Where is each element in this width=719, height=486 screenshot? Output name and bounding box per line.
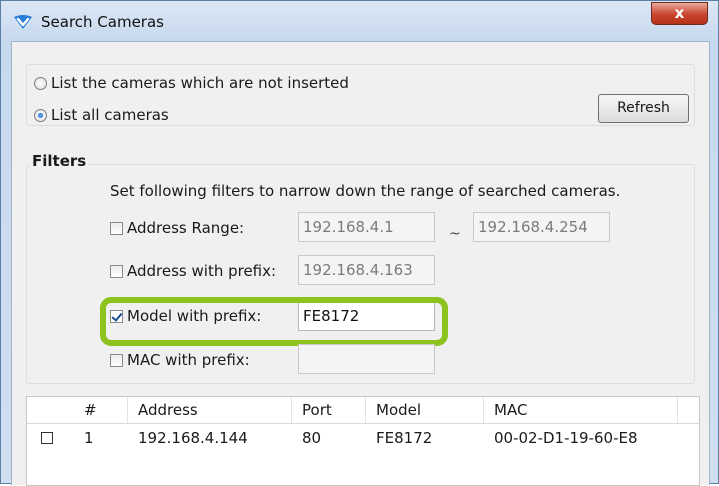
- close-button[interactable]: x: [651, 2, 708, 25]
- radio-all-cameras-button[interactable]: [34, 108, 47, 122]
- address-prefix-field[interactable]: 192.168.4.163: [298, 255, 435, 285]
- mac-prefix-checkbox[interactable]: [110, 353, 123, 367]
- filters-hint: Set following filters to narrow down the…: [110, 182, 621, 200]
- cell-mac: 00-02-D1-19-60-E8: [494, 429, 638, 447]
- column-header-mac[interactable]: MAC: [494, 401, 527, 419]
- refresh-button[interactable]: Refresh: [598, 94, 689, 123]
- column-divider[interactable]: [291, 397, 292, 423]
- column-header-number[interactable]: #: [84, 401, 97, 419]
- radio-all-cameras-label: List all cameras: [51, 106, 169, 124]
- search-cameras-window: Search Cameras x List the cameras which …: [0, 0, 719, 486]
- address-range-separator: ~: [449, 226, 461, 242]
- address-prefix-filter[interactable]: Address with prefix:: [110, 262, 276, 280]
- model-prefix-highlight: [100, 297, 448, 346]
- app-logo-icon: [14, 15, 32, 29]
- filters-heading: Filters: [30, 152, 90, 170]
- column-header-model[interactable]: Model: [376, 401, 421, 419]
- address-range-checkbox[interactable]: [110, 221, 123, 235]
- radio-not-inserted-label: List the cameras which are not inserted: [51, 74, 349, 92]
- cell-number: 1: [84, 429, 94, 447]
- address-range-to-field[interactable]: 192.168.4.254: [473, 212, 610, 242]
- address-range-filter[interactable]: Address Range:: [110, 219, 244, 237]
- close-icon: x: [674, 4, 685, 22]
- address-prefix-checkbox[interactable]: [110, 264, 123, 278]
- dialog-client-area: List the cameras which are not inserted …: [11, 41, 710, 486]
- cell-model: FE8172: [376, 429, 433, 447]
- address-range-label: Address Range:: [127, 219, 245, 237]
- window-title: Search Cameras: [41, 13, 164, 31]
- camera-list-header: # Address Port Model MAC: [27, 397, 699, 424]
- camera-list[interactable]: # Address Port Model MAC 1 192.168.4.144…: [26, 396, 700, 486]
- mac-prefix-filter[interactable]: MAC with prefix:: [110, 351, 250, 369]
- row-select-checkbox[interactable]: [41, 432, 53, 444]
- table-row[interactable]: 1 192.168.4.144 80 FE8172 00-02-D1-19-60…: [27, 427, 699, 449]
- address-range-from-field[interactable]: 192.168.4.1: [298, 212, 435, 242]
- address-prefix-label: Address with prefix:: [127, 262, 277, 280]
- column-divider[interactable]: [483, 397, 484, 423]
- cell-port: 80: [302, 429, 322, 447]
- column-header-port[interactable]: Port: [302, 401, 332, 419]
- mac-prefix-label: MAC with prefix:: [127, 351, 250, 369]
- mac-prefix-field[interactable]: [298, 344, 435, 374]
- radio-not-inserted-button[interactable]: [34, 76, 47, 90]
- cell-address: 192.168.4.144: [138, 429, 248, 447]
- column-divider[interactable]: [677, 397, 678, 423]
- column-divider[interactable]: [127, 397, 128, 423]
- column-divider[interactable]: [365, 397, 366, 423]
- radio-all-cameras[interactable]: List all cameras: [34, 106, 169, 124]
- column-header-address[interactable]: Address: [138, 401, 198, 419]
- radio-not-inserted[interactable]: List the cameras which are not inserted: [34, 74, 349, 92]
- title-bar[interactable]: Search Cameras x: [1, 1, 718, 41]
